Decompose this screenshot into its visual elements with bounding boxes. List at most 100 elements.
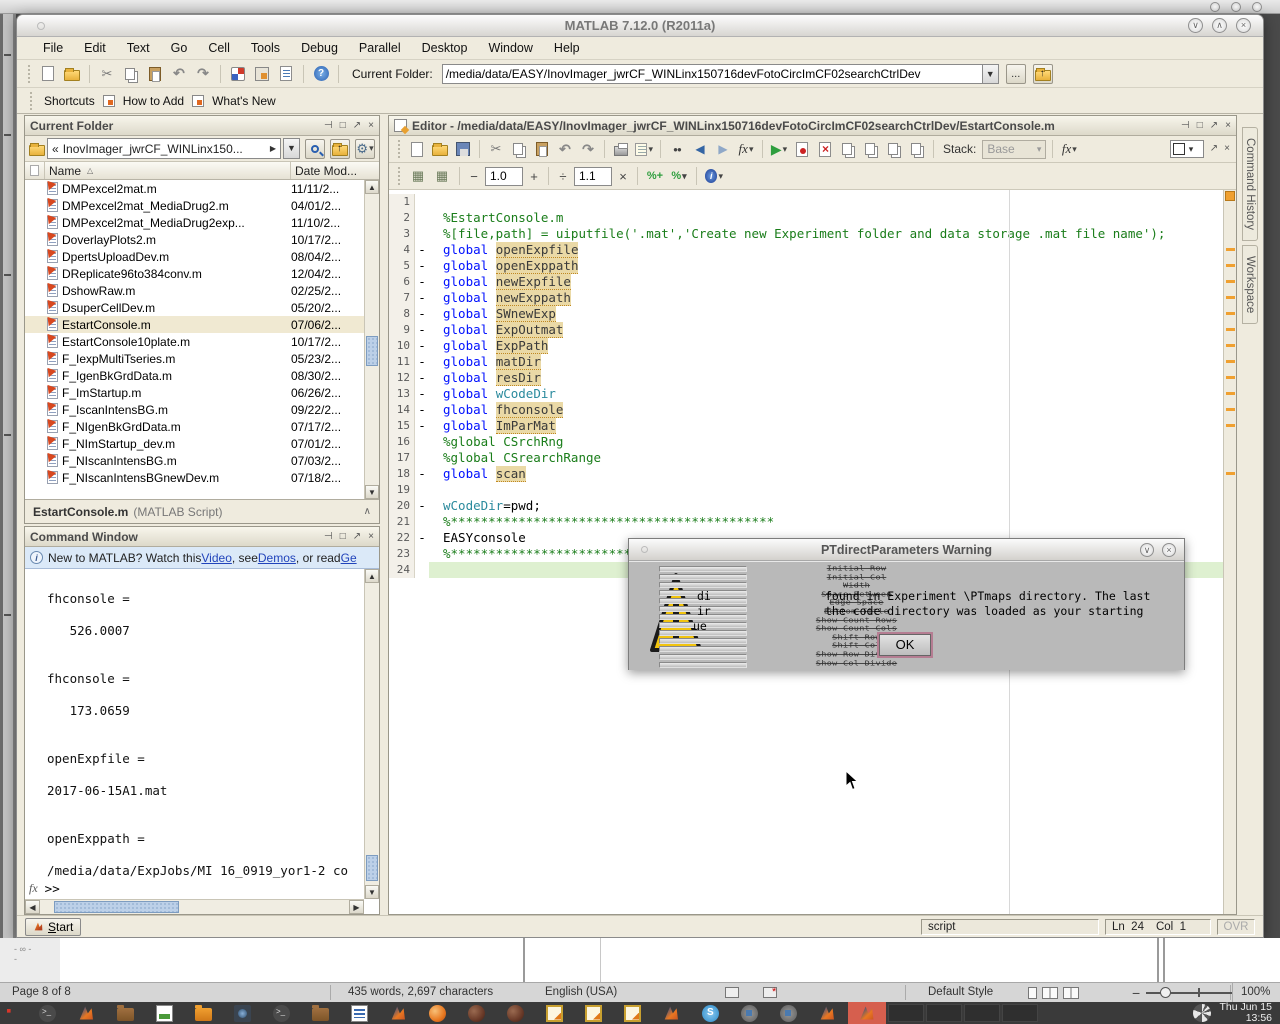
minimize-button[interactable]: ∨ bbox=[1188, 18, 1203, 33]
new-file-button[interactable] bbox=[407, 139, 427, 159]
folder-brown-icon[interactable] bbox=[117, 1008, 134, 1021]
screenshot-tool-icon[interactable] bbox=[1193, 1004, 1211, 1022]
single-page-view-icon[interactable] bbox=[1028, 987, 1037, 999]
code-line[interactable]: 8-global SWnewExp bbox=[389, 306, 1223, 322]
close-editor-icon[interactable]: × bbox=[1224, 140, 1230, 158]
clock[interactable]: Thu Jun 15 13:56 bbox=[1219, 1002, 1272, 1024]
file-row[interactable]: DpertsUploadDev.m08/04/2... bbox=[25, 248, 364, 265]
matlab-titlebar[interactable]: MATLAB 7.12.0 (R2011a) ∨ ∧ × bbox=[17, 15, 1263, 37]
insert-function-button[interactable]: fx bbox=[736, 139, 756, 159]
matlab-icon[interactable] bbox=[819, 1005, 836, 1022]
dialog-minimize-button[interactable]: ∨ bbox=[1140, 543, 1154, 557]
video-link[interactable]: Video bbox=[201, 551, 231, 565]
code-line[interactable]: 16%global CSrchRng bbox=[389, 434, 1223, 450]
shortcuts-grip[interactable] bbox=[30, 92, 33, 110]
code-line[interactable]: 21%*************************************… bbox=[389, 514, 1223, 530]
menu-desktop[interactable]: Desktop bbox=[422, 41, 468, 55]
skype-icon[interactable] bbox=[702, 1005, 719, 1022]
demos-link[interactable]: Demos bbox=[258, 551, 296, 565]
copy-button[interactable] bbox=[121, 64, 141, 84]
scrollbar-thumb[interactable] bbox=[366, 855, 378, 881]
find-files-button[interactable]: fx bbox=[1059, 139, 1079, 159]
menu-parallel[interactable]: Parallel bbox=[359, 41, 401, 55]
book-view-icon[interactable] bbox=[1063, 987, 1079, 999]
cell-info-button[interactable] bbox=[704, 166, 724, 186]
cut-button[interactable] bbox=[486, 139, 506, 159]
undock-panel-icon[interactable]: ↗ bbox=[353, 528, 361, 546]
getting-started-link[interactable]: Ge bbox=[341, 551, 357, 565]
warning-tick[interactable] bbox=[1226, 248, 1235, 251]
gray-app-icon[interactable] bbox=[780, 1005, 797, 1022]
warning-tick[interactable] bbox=[1226, 344, 1235, 347]
open-file-button[interactable] bbox=[430, 139, 450, 159]
panel-splitter[interactable] bbox=[380, 115, 388, 915]
media-icon[interactable] bbox=[234, 1005, 251, 1022]
folder-history-dropdown[interactable]: ▼ bbox=[283, 138, 300, 159]
code-line[interactable]: 10-global ExpPath bbox=[389, 338, 1223, 354]
matlab-icon[interactable] bbox=[663, 1005, 680, 1022]
help-button[interactable] bbox=[311, 64, 331, 84]
scroll-down-arrow[interactable]: ▼ bbox=[365, 485, 379, 499]
browse-folder-button[interactable]: ... bbox=[1006, 64, 1026, 84]
folder-orange-icon[interactable] bbox=[195, 1008, 212, 1021]
increase-button[interactable]: + bbox=[527, 169, 541, 184]
toolbar-grip[interactable] bbox=[398, 140, 401, 158]
cell-value-left[interactable]: 1.0 bbox=[485, 167, 523, 186]
code-line[interactable]: 11-global matDir bbox=[389, 354, 1223, 370]
search-button[interactable] bbox=[305, 139, 325, 159]
menu-tools[interactable]: Tools bbox=[251, 41, 280, 55]
editor-header[interactable]: Editor - /media/data/EASY/InovImager_jwr… bbox=[389, 116, 1236, 136]
code-line[interactable]: 9-global ExpOutmat bbox=[389, 322, 1223, 338]
stack-dropdown[interactable]: Base bbox=[982, 140, 1046, 159]
ok-button[interactable]: OK bbox=[879, 634, 931, 656]
current-folder-input[interactable]: /media/data/EASY/InovImager_jwrCF_WINLin… bbox=[442, 64, 982, 84]
window-menu-icon[interactable] bbox=[37, 22, 45, 30]
scrollbar-thumb[interactable] bbox=[54, 901, 179, 913]
maximize-button[interactable]: ∧ bbox=[1212, 18, 1227, 33]
file-details-bar[interactable]: EstartConsole.m (MATLAB Script) ∧ bbox=[25, 499, 379, 523]
console-hscrollbar[interactable]: ◀ ▶ bbox=[25, 899, 364, 914]
paste-button[interactable] bbox=[145, 64, 165, 84]
command-window-body[interactable]: fhconsole = 526.0007 fhconsole = 173.065… bbox=[25, 569, 379, 914]
toolbar-grip[interactable] bbox=[398, 167, 401, 185]
code-line[interactable]: 1 bbox=[389, 194, 1223, 210]
maximize-panel-icon[interactable]: □ bbox=[1197, 117, 1203, 135]
page-style[interactable]: Default Style bbox=[928, 986, 993, 998]
actions-menu-button[interactable] bbox=[355, 139, 375, 159]
firefox-dark-icon[interactable] bbox=[468, 1005, 485, 1022]
page-count[interactable]: Page 8 of 8 bbox=[12, 986, 71, 998]
dialog-menu-icon[interactable] bbox=[641, 546, 648, 553]
firefox-dark-icon[interactable] bbox=[507, 1005, 524, 1022]
tab-command-history[interactable]: Command History bbox=[1242, 127, 1258, 241]
code-line[interactable]: 14-global fhconsole bbox=[389, 402, 1223, 418]
selection-mode-icon[interactable] bbox=[725, 987, 739, 998]
undo-button[interactable] bbox=[169, 64, 189, 84]
evaluate-cell-advance-button[interactable]: % bbox=[669, 166, 689, 186]
file-row[interactable]: F_NIscanIntensBG.m07/03/2... bbox=[25, 452, 364, 469]
warning-tick[interactable] bbox=[1226, 312, 1235, 315]
insert-cell-button[interactable] bbox=[408, 166, 428, 186]
matlab-icon[interactable] bbox=[78, 1005, 95, 1022]
file-row[interactable]: DsuperCellDev.m05/20/2... bbox=[25, 299, 364, 316]
multiply-button[interactable]: × bbox=[616, 169, 630, 184]
mlint-indicator-icon[interactable] bbox=[1225, 191, 1235, 201]
code-line[interactable]: 15-global ImParMat bbox=[389, 418, 1223, 434]
terminal-icon[interactable] bbox=[273, 1005, 290, 1022]
step-out-button[interactable] bbox=[884, 139, 904, 159]
firefox-icon[interactable] bbox=[429, 1005, 446, 1022]
dock-left-icon[interactable]: ⊣ bbox=[324, 528, 333, 546]
warning-tick[interactable] bbox=[1226, 328, 1235, 331]
decrease-button[interactable]: − bbox=[467, 169, 481, 184]
menu-cell[interactable]: Cell bbox=[208, 41, 230, 55]
divide-button[interactable]: ÷ bbox=[556, 169, 570, 184]
file-row[interactable]: F_ImStartup.m06/26/2... bbox=[25, 384, 364, 401]
insert-cell-divider-button[interactable] bbox=[432, 166, 452, 186]
file-row[interactable]: DReplicate96to384conv.m12/04/2... bbox=[25, 265, 364, 282]
start-button[interactable]: Start bbox=[25, 918, 81, 936]
background-minimize-button[interactable] bbox=[1210, 2, 1220, 12]
menu-window[interactable]: Window bbox=[488, 41, 532, 55]
new-file-button[interactable] bbox=[38, 64, 58, 84]
gold-doc-icon[interactable] bbox=[585, 1005, 602, 1022]
taskbar-active-window[interactable] bbox=[848, 1002, 886, 1024]
maximize-panel-icon[interactable]: □ bbox=[340, 117, 346, 135]
